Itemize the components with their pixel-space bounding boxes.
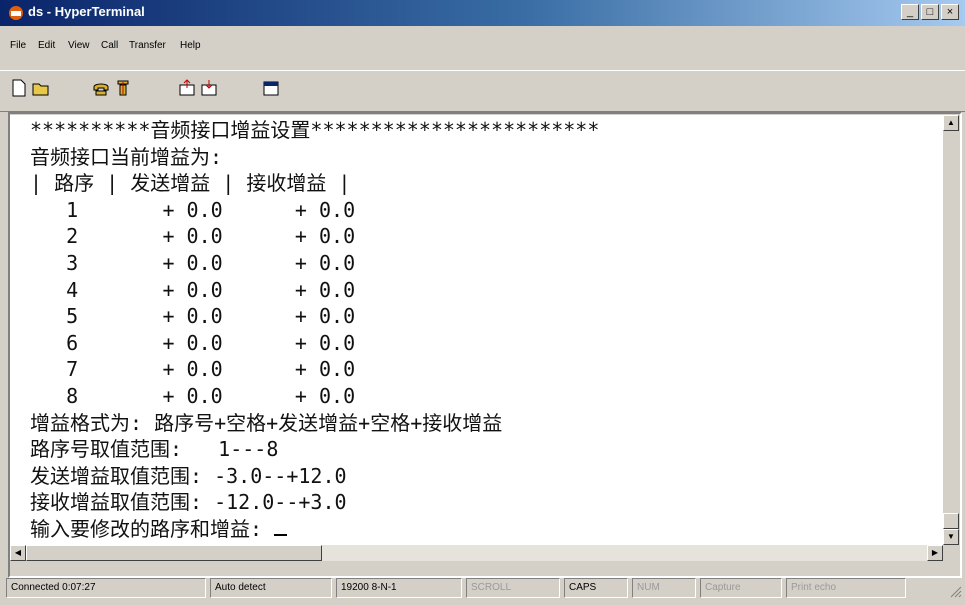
open-icon[interactable] xyxy=(32,79,50,97)
terminal-line: 发送增益取值范围: -3.0--+12.0 xyxy=(30,463,347,488)
menu-view[interactable]: View xyxy=(68,40,90,51)
menu-file[interactable]: File xyxy=(10,40,26,51)
menu-bar: File Edit View Call Transfer Help xyxy=(0,32,965,52)
terminal-line: 2 + 0.0 + 0.0 xyxy=(30,224,356,249)
vertical-scrollbar[interactable]: ▲ ▼ xyxy=(943,115,959,545)
terminal-line: 3 + 0.0 + 0.0 xyxy=(30,250,356,275)
status-auto-detect: Auto detect xyxy=(210,578,332,598)
scroll-right-arrow-icon[interactable]: ▶ xyxy=(927,545,943,561)
terminal-line: 1 + 0.0 + 0.0 xyxy=(30,197,356,222)
menu-help[interactable]: Help xyxy=(180,40,201,51)
scroll-left-arrow-icon[interactable]: ◀ xyxy=(10,545,26,561)
resize-grip-icon[interactable] xyxy=(948,584,962,598)
status-scroll: SCROLL xyxy=(466,578,560,598)
terminal-line: 接收增益取值范围: -12.0--+3.0 xyxy=(30,490,347,515)
status-bar: Connected 0:07:27 Auto detect 19200 8-N-… xyxy=(0,574,965,602)
hyperterminal-app-icon xyxy=(9,6,23,20)
terminal-line: 8 + 0.0 + 0.0 xyxy=(30,383,356,408)
window-controls: _ □ × xyxy=(901,4,959,20)
new-icon[interactable] xyxy=(10,79,28,97)
terminal-line: 音频接口当前增益为: xyxy=(30,144,223,169)
receive-icon[interactable] xyxy=(200,79,218,97)
menu-transfer[interactable]: Transfer xyxy=(129,40,166,51)
send-icon[interactable] xyxy=(178,79,196,97)
toolbar xyxy=(0,70,965,112)
text-cursor xyxy=(274,533,288,536)
terminal-screen[interactable]: **********音频接口增益设置**********************… xyxy=(10,115,943,545)
terminal-line: 增益格式为: 路序号+空格+发送增益+空格+接收增益 xyxy=(30,410,503,435)
terminal-text: **********音频接口增益设置**********************… xyxy=(30,117,599,543)
maximize-button[interactable]: □ xyxy=(921,4,939,20)
menu-call[interactable]: Call xyxy=(101,40,118,51)
terminal-line: 7 + 0.0 + 0.0 xyxy=(30,357,356,382)
hyperterminal-window: ds - HyperTerminal _ □ × File Edit View … xyxy=(0,0,965,605)
close-button[interactable]: × xyxy=(941,4,959,20)
scroll-thumb[interactable] xyxy=(943,513,959,529)
terminal-line: 5 + 0.0 + 0.0 xyxy=(30,304,356,329)
status-capture: Capture xyxy=(700,578,782,598)
status-caps: CAPS xyxy=(564,578,628,598)
terminal-line: 输入要修改的路序和增益: xyxy=(30,516,275,541)
terminal-line: | 路序 | 发送增益 | 接收增益 | xyxy=(30,171,351,196)
call-icon[interactable] xyxy=(92,79,110,97)
scroll-down-arrow-icon[interactable]: ▼ xyxy=(943,529,959,545)
window-title: ds - HyperTerminal xyxy=(28,4,145,19)
terminal-line: **********音频接口增益设置**********************… xyxy=(30,118,600,142)
menu-edit[interactable]: Edit xyxy=(38,40,55,51)
status-connected: Connected 0:07:27 xyxy=(6,578,206,598)
status-print-echo: Print echo xyxy=(786,578,906,598)
disconnect-icon[interactable] xyxy=(114,79,132,97)
properties-icon[interactable] xyxy=(262,79,280,97)
horizontal-scroll-thumb[interactable] xyxy=(26,545,322,561)
title-bar[interactable]: ds - HyperTerminal _ □ × xyxy=(0,0,965,26)
scroll-up-arrow-icon[interactable]: ▲ xyxy=(943,115,959,131)
terminal-line: 6 + 0.0 + 0.0 xyxy=(30,330,356,355)
horizontal-scrollbar[interactable]: ◀ ▶ xyxy=(10,545,943,561)
minimize-button[interactable]: _ xyxy=(901,4,919,20)
terminal-line: 4 + 0.0 + 0.0 xyxy=(30,277,356,302)
terminal-line: 路序号取值范围: 1---8 xyxy=(30,437,279,462)
status-port-settings: 19200 8-N-1 xyxy=(336,578,462,598)
status-num: NUM xyxy=(632,578,696,598)
